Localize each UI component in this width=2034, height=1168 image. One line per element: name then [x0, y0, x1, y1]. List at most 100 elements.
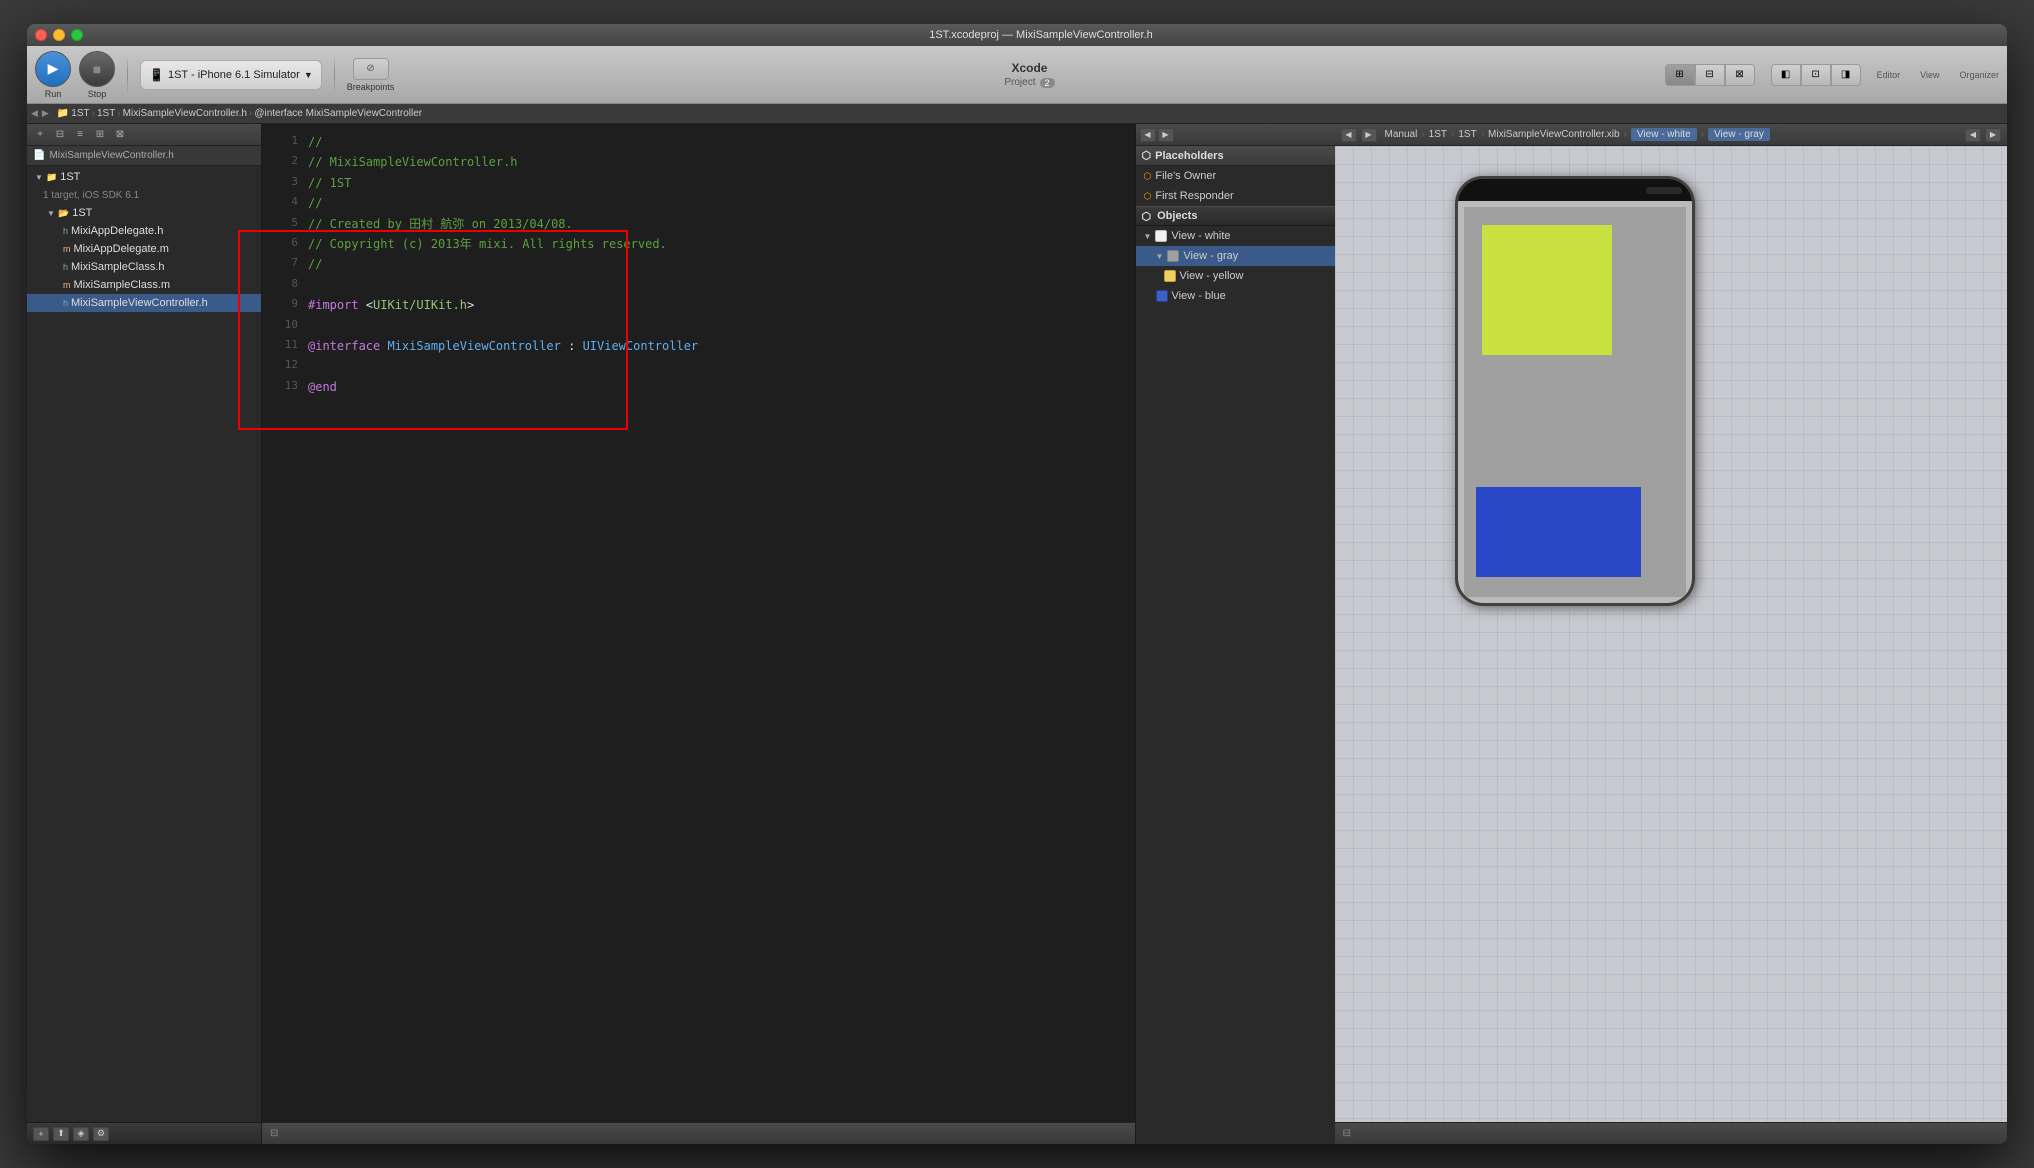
ib-manual: Manual — [1385, 129, 1418, 140]
editor-bottom-bar: ⊟ — [262, 1122, 1135, 1144]
code-line-3: 3 // 1ST — [278, 173, 1127, 193]
ib-view-white-tab[interactable]: View - white — [1631, 128, 1697, 141]
ib-view-gray-tab[interactable]: View - gray — [1708, 128, 1770, 141]
sidebar-gear-btn[interactable]: ⚙ — [93, 1127, 109, 1141]
debug-toggle[interactable]: ⊡ — [1801, 64, 1831, 86]
utilities-toggle[interactable]: ◨ — [1831, 64, 1861, 86]
code-line-1: 1 // — [278, 132, 1127, 152]
tree-item-class-m[interactable]: m MixiSampleClass.m — [27, 276, 261, 294]
scheme-selector[interactable]: 📱 1ST - iPhone 6.1 Simulator ▼ — [140, 60, 322, 90]
files-owner-icon: ⬡ — [1144, 171, 1152, 182]
sidebar-sort-btn[interactable]: ≡ — [71, 127, 89, 143]
toolbar-subtitle: Project 2 — [1004, 77, 1054, 88]
file-appdelegate-m: MixiAppDelegate.m — [74, 243, 169, 255]
line-num-1: 1 — [278, 132, 308, 152]
sidebar-add-btn-bottom[interactable]: + — [33, 1127, 49, 1141]
ib-view-gray-label: View - gray — [1714, 129, 1764, 140]
toolbar-separator-2 — [334, 55, 335, 95]
stop-label: Stop — [88, 89, 107, 99]
files-owner-item[interactable]: ⬡ File's Owner — [1136, 166, 1335, 186]
view-yellow-icon — [1164, 270, 1176, 282]
main-area: + ⊟ ≡ ⊞ ⊠ 📄 MixiSampleViewController.h ▼… — [27, 124, 2007, 1144]
view-buttons: ◧ ⊡ ◨ — [1771, 64, 1861, 86]
sidebar-add-btn[interactable]: + — [31, 127, 49, 143]
sidebar-search-btn[interactable]: ⊠ — [111, 127, 129, 143]
project-info: 1 target, iOS SDK 6.1 — [27, 186, 261, 204]
code-line-10: 10 — [278, 316, 1127, 336]
line-num-10: 10 — [278, 316, 308, 336]
window-title: 1ST.xcodeproj — MixiSampleViewController… — [83, 29, 1999, 41]
tree-item-class-h[interactable]: h MixiSampleClass.h — [27, 258, 261, 276]
line-num-3: 3 — [278, 173, 308, 193]
view-blue-item[interactable]: View - blue — [1136, 286, 1335, 306]
standard-editor-button[interactable]: ⊞ — [1665, 64, 1695, 86]
breadcrumb-project: 📁 1ST — [57, 108, 90, 119]
ib-nav-next[interactable]: ▶ — [1361, 128, 1377, 142]
code-comment-5: // Created by 田村 航弥 on 2013/04/08. — [308, 214, 1127, 234]
line-num-9: 9 — [278, 295, 308, 315]
bc-sep-2: › — [117, 108, 120, 119]
run-label: Run — [45, 89, 62, 99]
view-blue-icon — [1156, 290, 1168, 302]
ib-nav-prev[interactable]: ◀ — [1341, 128, 1357, 142]
view-white-item[interactable]: ▼ View - white — [1136, 226, 1335, 246]
panel-nav-prev[interactable]: ◀ — [1140, 128, 1156, 142]
titlebar: 1ST.xcodeproj — MixiSampleViewController… — [27, 24, 2007, 46]
code-end: @end — [308, 377, 1127, 397]
code-line-7: 7 // — [278, 254, 1127, 274]
panel-toolbar: ◀ ▶ — [1136, 124, 1335, 146]
run-button[interactable]: ▶ Run — [35, 51, 71, 99]
ib-nav-end-next[interactable]: ▶ — [1985, 128, 2001, 142]
version-editor-button[interactable]: ⊠ — [1725, 64, 1755, 86]
code-area[interactable]: 1 // 2 // MixiSampleViewController.h 3 /… — [262, 124, 1135, 1122]
view-yellow-item[interactable]: View - yellow — [1136, 266, 1335, 286]
objects-header: ⬡ Objects — [1136, 206, 1335, 226]
tree-item-appdelegate-h[interactable]: h MixiAppDelegate.h — [27, 222, 261, 240]
stop-button[interactable]: ■ Stop — [79, 51, 115, 99]
ib-sep5: › — [1701, 129, 1704, 140]
minimize-button[interactable] — [53, 29, 65, 41]
code-comment-4: // — [308, 193, 1127, 213]
sidebar-toolbar: + ⊟ ≡ ⊞ ⊠ — [27, 124, 261, 146]
view-yellow-label: View - yellow — [1180, 270, 1244, 282]
sidebar-share-btn[interactable]: ⬆ — [53, 1127, 69, 1141]
traffic-lights — [35, 29, 83, 41]
code-line-13: 13 @end — [278, 377, 1127, 397]
code-editor: 1 // 2 // MixiSampleViewController.h 3 /… — [262, 124, 1135, 1144]
sidebar-hierarchy-btn[interactable]: ⊞ — [91, 127, 109, 143]
close-button[interactable] — [35, 29, 47, 41]
ib-grid — [1335, 146, 2008, 1122]
run-btn-icon: ▶ — [35, 51, 71, 87]
maximize-button[interactable] — [71, 29, 83, 41]
tree-item-appdelegate-m[interactable]: m MixiAppDelegate.m — [27, 240, 261, 258]
code-comment-3: // 1ST — [308, 173, 1127, 193]
tree-item-root[interactable]: ▼ 📁 1ST — [27, 168, 261, 186]
folder-icon: 📁 — [46, 172, 57, 183]
tree-item-1st[interactable]: ▼ 📂 1ST — [27, 204, 261, 222]
ib-zoom-btn[interactable]: ⊟ — [1343, 1128, 1351, 1139]
view-blue-label: View - blue — [1172, 290, 1226, 302]
panel-nav-next[interactable]: ▶ — [1158, 128, 1174, 142]
nav-prev-icon[interactable]: ◀ — [31, 108, 38, 119]
sidebar-filter-btn[interactable]: ⊟ — [51, 127, 69, 143]
iphone-mockup — [1455, 176, 1695, 606]
navigator-toggle[interactable]: ◧ — [1771, 64, 1801, 86]
breakpoints-button[interactable]: ⊘ Breakpoints — [347, 58, 395, 92]
ib-nav-end-prev[interactable]: ◀ — [1965, 128, 1981, 142]
code-line-5: 5 // Created by 田村 航弥 on 2013/04/08. — [278, 214, 1127, 234]
first-responder-item[interactable]: ⬡ First Responder — [1136, 186, 1335, 206]
ib-sep1: › — [1421, 129, 1424, 140]
view-gray-item[interactable]: ▼ View - gray — [1136, 246, 1335, 266]
tree-item-vc-h[interactable]: h MixiSampleViewController.h — [27, 294, 261, 312]
assistant-editor-button[interactable]: ⊟ — [1695, 64, 1725, 86]
toolbar: ▶ Run ■ Stop 📱 1ST - iPhone 6.1 Simulato… — [27, 46, 2007, 104]
file-class-m: MixiSampleClass.m — [74, 279, 171, 291]
view-yellow-canvas — [1482, 225, 1612, 355]
placeholders-icon: ⬡ — [1142, 149, 1152, 162]
nav-next-icon[interactable]: ▶ — [42, 108, 49, 119]
sidebar-filter-btn-bottom[interactable]: ◈ — [73, 1127, 89, 1141]
first-responder-label: First Responder — [1155, 190, 1233, 202]
toolbar-right: ⊞ ⊟ ⊠ ◧ ⊡ ◨ — [1665, 64, 1999, 86]
code-blank-8 — [308, 275, 1127, 295]
view-white-icon — [1155, 230, 1167, 242]
